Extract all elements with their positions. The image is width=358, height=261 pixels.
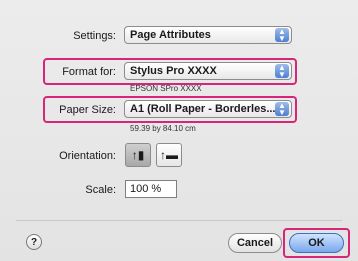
divider: [16, 220, 342, 221]
paper-size-label: Paper Size:: [59, 104, 116, 116]
scale-input[interactable]: 100 %: [125, 180, 177, 198]
orientation-portrait-button[interactable]: ↑▮: [125, 143, 151, 167]
settings-label: Settings:: [73, 30, 116, 42]
help-button[interactable]: ?: [26, 234, 42, 250]
page-setup-dialog: Settings: Page Attributes ▲ ▼ Format for:…: [0, 0, 358, 261]
paper-size-subtitle: 59.39 by 84.10 cm: [130, 124, 196, 133]
format-for-label: Format for:: [62, 66, 116, 78]
cancel-button[interactable]: Cancel: [228, 233, 282, 253]
paper-size-popup[interactable]: A1 (Roll Paper - Borderles... ▲ ▼: [124, 100, 292, 118]
settings-value: Page Attributes: [130, 29, 211, 41]
scale-label: Scale:: [85, 184, 116, 196]
ok-button[interactable]: OK: [289, 233, 344, 253]
format-for-subtitle: EPSON SPro XXXX: [130, 84, 202, 93]
orientation-landscape-button[interactable]: ↑▬: [156, 143, 182, 167]
popup-arrows-icon: ▲ ▼: [275, 28, 289, 43]
orientation-label: Orientation:: [59, 150, 116, 162]
popup-arrows-icon: ▲ ▼: [275, 64, 289, 79]
format-for-popup[interactable]: Stylus Pro XXXX ▲ ▼: [124, 62, 292, 80]
format-for-value: Stylus Pro XXXX: [130, 65, 217, 77]
paper-size-value: A1 (Roll Paper - Borderles...: [130, 103, 276, 115]
popup-arrows-icon: ▲ ▼: [275, 102, 289, 117]
landscape-icon: ↑▬: [160, 148, 178, 162]
portrait-icon: ↑▮: [131, 148, 145, 162]
settings-popup[interactable]: Page Attributes ▲ ▼: [124, 26, 292, 44]
